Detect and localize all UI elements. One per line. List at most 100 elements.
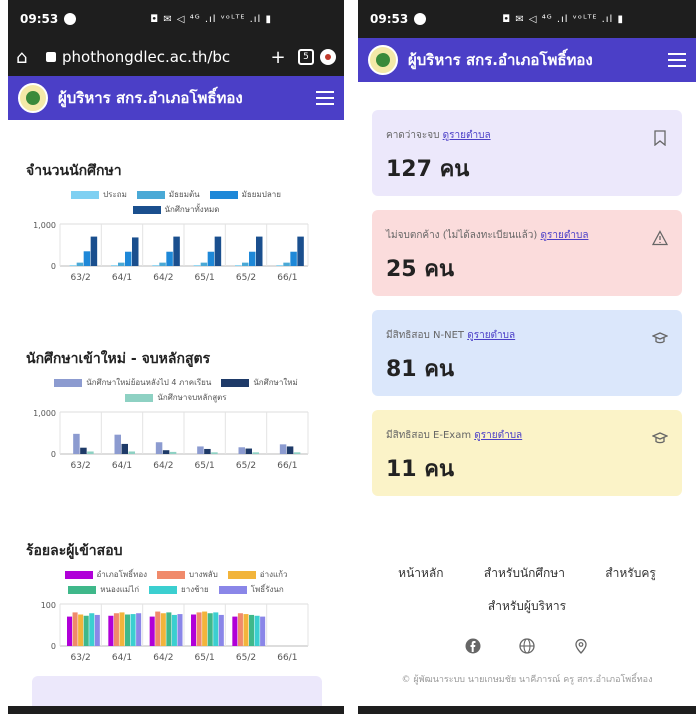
bar[interactable] bbox=[80, 447, 87, 454]
new-tab-button[interactable]: + bbox=[264, 47, 292, 68]
bar[interactable] bbox=[125, 614, 131, 647]
legend-item[interactable]: มัธยมปลาย bbox=[209, 188, 281, 201]
bar[interactable] bbox=[166, 251, 173, 266]
bar[interactable] bbox=[90, 236, 98, 266]
bar[interactable] bbox=[69, 265, 77, 266]
bar[interactable] bbox=[159, 262, 166, 266]
bar[interactable] bbox=[119, 612, 125, 646]
bar[interactable] bbox=[113, 613, 119, 646]
bar[interactable] bbox=[125, 251, 132, 266]
location-icon[interactable] bbox=[573, 638, 589, 654]
bar[interactable] bbox=[155, 442, 163, 454]
bar[interactable] bbox=[283, 262, 290, 266]
bar[interactable] bbox=[200, 262, 208, 266]
legend-item[interactable]: นักศึกษาใหม่ bbox=[221, 376, 298, 389]
bar[interactable] bbox=[155, 611, 161, 646]
home-icon[interactable]: ⌂ bbox=[16, 47, 40, 68]
footer-link-students[interactable]: สำหรับนักศึกษา bbox=[484, 564, 565, 583]
bar[interactable] bbox=[286, 446, 294, 454]
view-by-subdistrict-link[interactable]: ดูรายตำบล bbox=[541, 230, 589, 241]
legend-item[interactable]: ประถม bbox=[71, 188, 127, 201]
bar[interactable] bbox=[214, 236, 222, 266]
bar[interactable] bbox=[94, 614, 100, 646]
bar[interactable] bbox=[171, 614, 177, 646]
legend-item[interactable]: ยางช้าย bbox=[149, 583, 209, 596]
view-by-subdistrict-link[interactable]: ดูรายตำบล bbox=[443, 130, 491, 141]
tab-count-button[interactable]: 5 bbox=[298, 49, 314, 65]
legend-item[interactable]: อำเภอโพธิ์ทอง bbox=[64, 568, 147, 581]
bar[interactable] bbox=[249, 614, 255, 646]
bar[interactable] bbox=[293, 452, 301, 454]
bar[interactable] bbox=[279, 444, 287, 454]
bar[interactable] bbox=[211, 452, 218, 454]
legend-item[interactable]: นักศึกษาทั้งหมด bbox=[132, 203, 219, 216]
bar[interactable] bbox=[249, 251, 256, 266]
bar[interactable] bbox=[290, 251, 297, 266]
bar[interactable] bbox=[136, 613, 142, 646]
bar[interactable] bbox=[87, 451, 94, 454]
bar[interactable] bbox=[132, 237, 139, 266]
bar[interactable] bbox=[83, 615, 89, 646]
bar[interactable] bbox=[89, 613, 95, 646]
bar[interactable] bbox=[202, 611, 208, 646]
bar[interactable] bbox=[162, 450, 170, 454]
bar[interactable] bbox=[245, 448, 253, 454]
bar[interactable] bbox=[160, 613, 166, 646]
bar[interactable] bbox=[243, 614, 249, 646]
bar[interactable] bbox=[207, 613, 213, 646]
bar[interactable] bbox=[237, 613, 243, 646]
bar[interactable] bbox=[78, 614, 84, 647]
legend-item[interactable]: บางพลับ bbox=[157, 568, 218, 581]
bar[interactable] bbox=[128, 451, 136, 454]
bar[interactable] bbox=[191, 614, 197, 647]
bar[interactable] bbox=[297, 236, 304, 266]
view-by-subdistrict-link[interactable]: ดูรายตำบล bbox=[474, 430, 522, 441]
bar[interactable] bbox=[152, 265, 159, 266]
bar[interactable] bbox=[232, 616, 238, 646]
footer-link-teachers[interactable]: สำหรับครู bbox=[605, 564, 656, 583]
legend-item[interactable]: อ่างแก้ว bbox=[227, 568, 287, 581]
bar[interactable] bbox=[207, 251, 215, 266]
bar[interactable] bbox=[130, 614, 136, 646]
facebook-icon[interactable] bbox=[465, 638, 481, 654]
legend-item[interactable]: หนองแม่ไก่ bbox=[68, 583, 139, 596]
bar[interactable] bbox=[238, 447, 246, 454]
bar[interactable] bbox=[197, 446, 204, 454]
bar[interactable] bbox=[252, 452, 260, 454]
bar[interactable] bbox=[72, 612, 78, 646]
bar[interactable] bbox=[256, 236, 263, 266]
legend-item[interactable]: มัธยมต้น bbox=[136, 188, 200, 201]
hamburger-menu-icon[interactable] bbox=[316, 91, 334, 105]
bar[interactable] bbox=[173, 236, 180, 266]
bar[interactable] bbox=[196, 612, 202, 646]
view-by-subdistrict-link[interactable]: ดูรายตำบล bbox=[467, 330, 515, 341]
bar[interactable] bbox=[73, 433, 80, 454]
url-field[interactable]: phothongdlec.ac.th/bc bbox=[40, 48, 264, 66]
bar[interactable] bbox=[67, 616, 73, 646]
bar[interactable] bbox=[213, 612, 219, 646]
bar[interactable] bbox=[121, 443, 129, 454]
bar[interactable] bbox=[169, 451, 177, 454]
bar[interactable] bbox=[114, 434, 122, 454]
bar[interactable] bbox=[276, 265, 283, 266]
bar[interactable] bbox=[177, 614, 183, 646]
globe-icon[interactable] bbox=[519, 638, 535, 654]
legend-item[interactable]: โพธิ์รังนก bbox=[218, 583, 284, 596]
footer-link-executives[interactable]: สำหรับผู้บริหาร bbox=[358, 597, 696, 616]
bar[interactable] bbox=[108, 615, 114, 646]
hamburger-menu-icon[interactable] bbox=[668, 53, 686, 67]
bar[interactable] bbox=[235, 265, 242, 266]
bar[interactable] bbox=[166, 612, 172, 646]
legend-item[interactable]: นักศึกษาใหม่ย้อนหลังไป 4 ภาคเรียน bbox=[54, 376, 211, 389]
bar[interactable] bbox=[149, 616, 155, 646]
bar[interactable] bbox=[76, 262, 84, 266]
bar[interactable] bbox=[111, 265, 118, 266]
bar[interactable] bbox=[118, 262, 125, 266]
bar[interactable] bbox=[242, 262, 249, 266]
browser-menu-icon[interactable] bbox=[320, 49, 336, 65]
bar[interactable] bbox=[260, 616, 266, 646]
bar[interactable] bbox=[254, 615, 260, 646]
bar[interactable] bbox=[218, 614, 224, 646]
bar[interactable] bbox=[83, 251, 91, 266]
footer-link-home[interactable]: หน้าหลัก bbox=[398, 564, 443, 583]
